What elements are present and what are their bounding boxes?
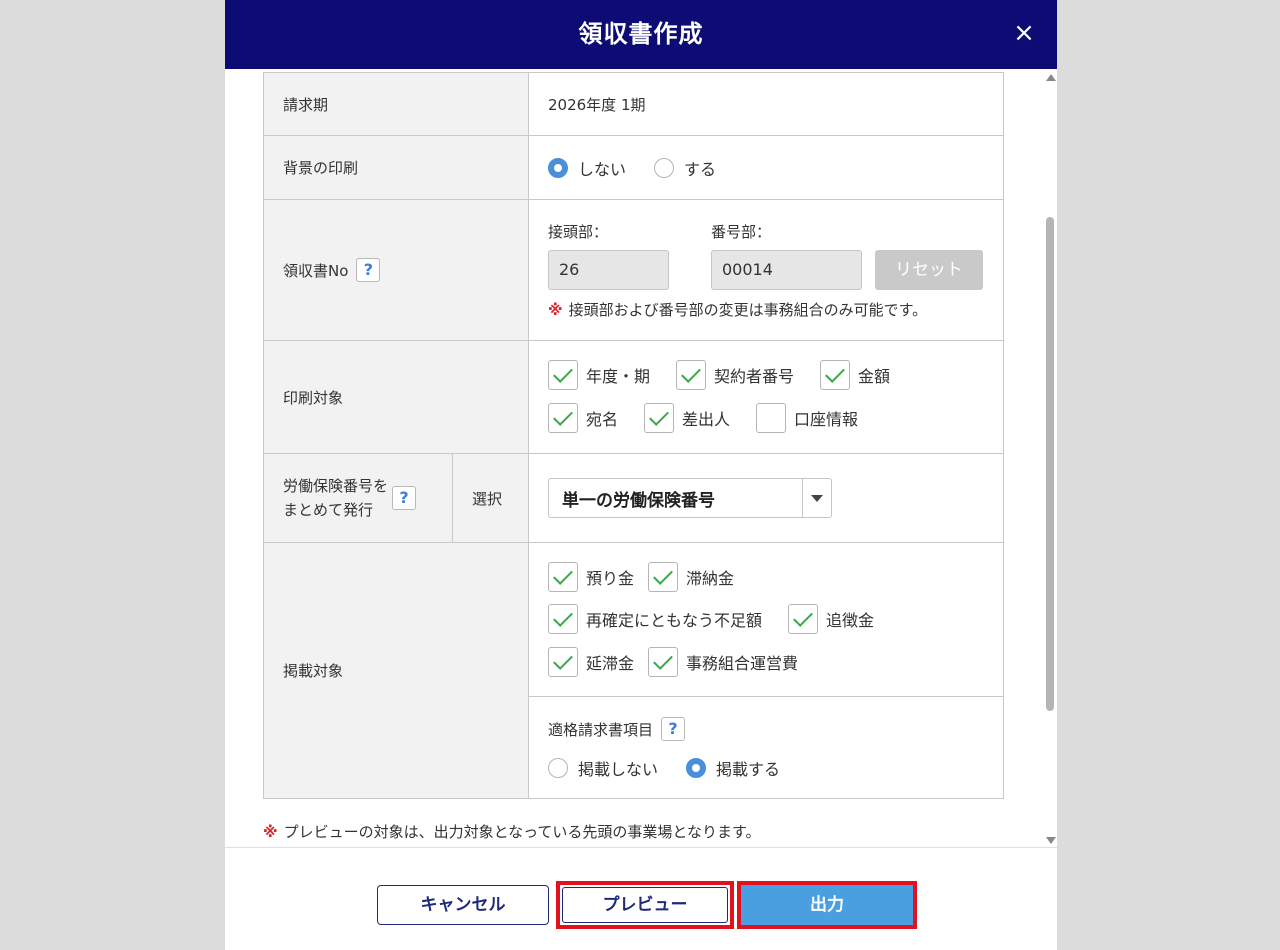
close-icon[interactable]: × [1009,18,1039,48]
radio-unselected-icon [654,157,675,178]
radio-with-background[interactable]: する [654,156,716,180]
prefix-label: 接頭部： [548,223,609,241]
checkbox-additional-charge[interactable]: 追徴金 [788,604,874,634]
checkbox-amount[interactable]: 金額 [820,360,890,390]
check-icon [644,403,675,433]
check-icon [648,647,679,677]
output-button[interactable]: 出力 [737,881,917,929]
listing-targets-label: 掲載対象 [264,543,529,798]
checkbox-arrears[interactable]: 滞納金 [648,562,734,592]
reset-button[interactable]: リセット [875,250,983,290]
check-icon [820,360,851,390]
print-targets-options: 年度・期 契約者番号 金額 宛名 差出人 口座情報 [529,341,1003,453]
receipt-no-label: 領収書No [283,261,349,280]
checkbox-contractor-number[interactable]: 契約者番号 [676,360,794,390]
checkbox-year-period[interactable]: 年度・期 [548,360,650,390]
labor-insurance-label-line1: 労働保険番号を [283,477,389,495]
dialog-footer: キャンセル プレビュー 出力 [225,847,1057,950]
radio-not-list[interactable]: 掲載しない [548,756,658,780]
dialog-header: 領収書作成 × [225,0,1057,69]
radio-selected-icon [686,758,707,778]
billing-period-label: 請求期 [264,73,529,135]
row-receipt-no: 領収書No ? 接頭部： 番号部： 26 00014 リセット ※ 接頭部および番… [264,200,1003,341]
receipt-dialog: 領収書作成 × 請求期 2026年度 1期 背景の印刷 しない する 領収書No… [225,0,1057,950]
checkbox-addressee[interactable]: 宛名 [548,403,618,433]
labor-insurance-select-label: 選択 [453,454,529,542]
checkbox-operation-fee[interactable]: 事務組合運営費 [648,647,798,677]
checkbox-late-fee[interactable]: 延滞金 [548,647,634,677]
check-icon [548,562,578,592]
labor-insurance-header: 労働保険番号を まとめて発行 ? [264,454,453,542]
print-targets-label: 印刷対象 [264,341,529,453]
receipt-no-fields: 接頭部： 番号部： 26 00014 リセット ※ 接頭部および番号部の変更は事務… [529,200,1003,340]
scroll-down-icon[interactable] [1046,837,1056,844]
labor-insurance-select[interactable]: 単一の労働保険番号 [548,478,832,518]
row-listing-targets: 掲載対象 預り金 滞納金 再確定にともなう不足額 追徴金 延滞金 事務組合運営費… [264,543,1003,798]
help-icon[interactable]: ? [392,486,417,510]
number-input[interactable]: 00014 [711,250,862,290]
dialog-title: 領収書作成 [578,20,704,48]
note-mark: ※ [548,301,563,319]
receipt-no-header: 領収書No ? [264,200,529,340]
scrollbar[interactable] [1043,69,1057,847]
note-mark: ※ [263,823,278,841]
radio-list[interactable]: 掲載する [686,756,780,780]
help-icon[interactable]: ? [661,717,686,741]
prefix-input[interactable]: 26 [548,250,669,290]
preview-button-label: プレビュー [562,887,728,923]
check-icon [548,360,578,390]
check-icon [648,562,679,592]
billing-period-value: 2026年度 1期 [548,95,646,114]
scroll-up-icon[interactable] [1046,74,1056,81]
settings-table: 請求期 2026年度 1期 背景の印刷 しない する 領収書No ? 接頭部： … [263,72,1004,799]
receipt-no-note: ※ 接頭部および番号部の変更は事務組合のみ可能です。 [548,301,928,319]
listing-targets-content: 預り金 滞納金 再確定にともなう不足額 追徴金 延滞金 事務組合運営費 適格請求… [529,543,1003,798]
checkbox-sender[interactable]: 差出人 [644,403,730,433]
labor-insurance-label-line2: まとめて発行 [283,501,374,519]
dialog-body[interactable]: 請求期 2026年度 1期 背景の印刷 しない する 領収書No ? 接頭部： … [225,69,1057,847]
radio-unselected-icon [548,758,568,778]
radio-selected-icon [548,157,568,178]
row-background-print: 背景の印刷 しない する [264,136,1003,200]
checkbox-shortfall[interactable]: 再確定にともなう不足額 [548,604,762,634]
row-labor-insurance: 労働保険番号を まとめて発行 ? 選択 単一の労働保険番号 [264,454,1003,543]
checkbox-account-info[interactable]: 口座情報 [756,403,858,433]
check-icon [548,403,578,433]
check-icon [676,360,707,390]
check-icon [788,604,819,634]
preview-button[interactable]: プレビュー [556,881,734,929]
cancel-button[interactable]: キャンセル [377,885,549,925]
row-billing-period: 請求期 2026年度 1期 [264,73,1003,136]
chevron-down-icon[interactable] [802,479,831,517]
check-icon [548,647,578,677]
checkbox-empty-icon [756,403,787,433]
output-button-label: 出力 [741,885,913,925]
scrollbar-thumb[interactable] [1046,217,1054,711]
row-print-targets: 印刷対象 年度・期 契約者番号 金額 宛名 差出人 口座情報 [264,341,1003,454]
radio-no-background[interactable]: しない [548,156,626,180]
check-icon [548,604,578,634]
background-print-label: 背景の印刷 [264,136,529,199]
preview-note: ※ プレビューの対象は、出力対象となっている先頭の事業場となります。 [263,823,761,841]
number-label: 番号部： [711,223,772,241]
checkbox-deposit[interactable]: 預り金 [548,562,634,592]
invoice-items-label: 適格請求書項目 [548,720,654,739]
help-icon[interactable]: ? [356,258,381,282]
